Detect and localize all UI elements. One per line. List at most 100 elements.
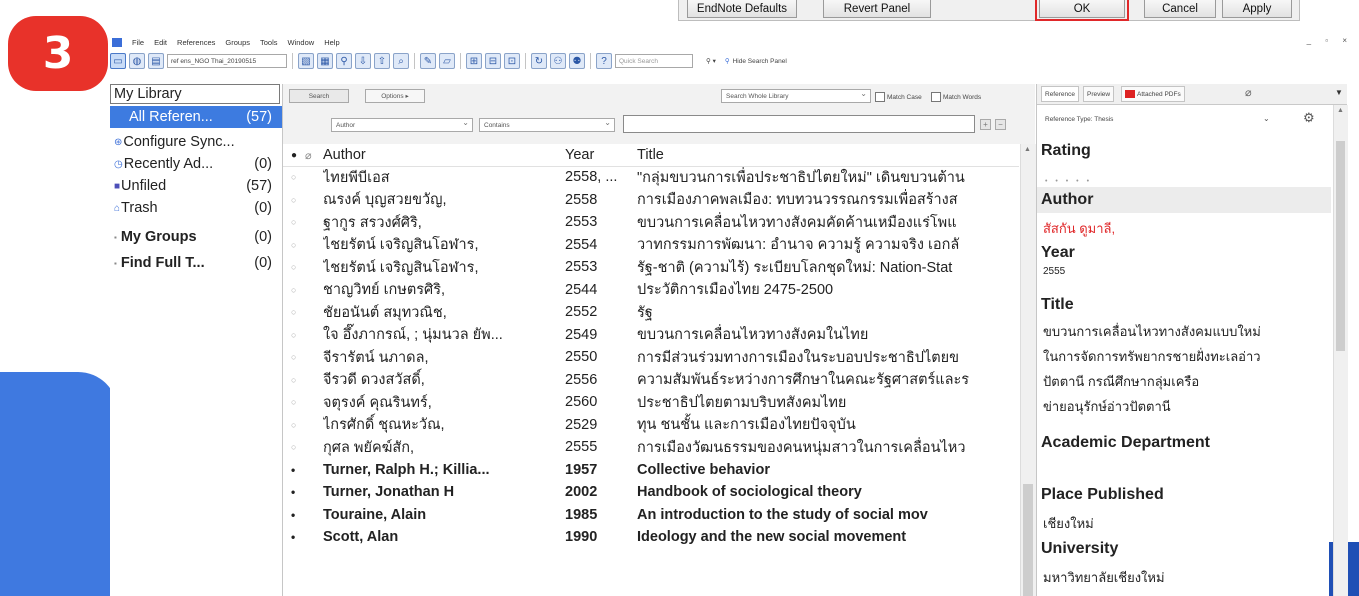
- reference-row[interactable]: • Turner, Ralph H.; Killia... 1957 Collecti…: [283, 459, 1019, 482]
- add-row-button[interactable]: +: [980, 119, 991, 130]
- read-dot-icon[interactable]: ○: [291, 262, 303, 272]
- match-case-checkbox[interactable]: Match Case: [875, 92, 922, 102]
- detail-scrollbar[interactable]: ▲: [1333, 105, 1348, 596]
- column-header-title[interactable]: Title: [637, 147, 1019, 163]
- integrated-library-icon[interactable]: ▤: [148, 53, 164, 69]
- university-value[interactable]: มหาวิทยาลัยเชียงใหม่: [1043, 567, 1165, 588]
- cancel-button[interactable]: Cancel: [1144, 0, 1216, 18]
- scrollbar-thumb[interactable]: [1023, 484, 1033, 596]
- help-icon[interactable]: ?: [596, 53, 612, 69]
- read-dot-icon[interactable]: ○: [291, 217, 303, 227]
- reference-row[interactable]: ○ ชาญวิทย์ เกษตรศิริ, 2544 ประวัติการเมืองไ…: [283, 279, 1019, 302]
- reference-row[interactable]: ○ ณรงค์ บุญสวยขวัญ, 2558 การเมืองภาคพลเมือง…: [283, 189, 1019, 212]
- find-pdf-icon[interactable]: ⌕: [393, 53, 409, 69]
- read-dot-icon[interactable]: ○: [291, 330, 303, 340]
- reference-row[interactable]: ○ จีรวดี ดวงสวัสดิ์, 2556 ความสัมพันธ์ระหว่…: [283, 369, 1019, 392]
- read-dot-icon[interactable]: ○: [291, 307, 303, 317]
- tab-reference[interactable]: Reference: [1041, 86, 1079, 102]
- tab-attached-pdfs[interactable]: Attached PDFs: [1121, 86, 1185, 102]
- download-icon[interactable]: ⇩: [355, 53, 371, 69]
- read-dot-icon[interactable]: ○: [291, 285, 303, 295]
- reference-row[interactable]: ○ ชัยอนันต์ สมุทวณิช, 2552 รัฐ: [283, 301, 1019, 324]
- reference-type-dropdown-icon[interactable]: ⌄: [1263, 114, 1270, 123]
- new-reference-icon[interactable]: ✎: [420, 53, 436, 69]
- quick-search-input[interactable]: Quick Search: [615, 54, 693, 68]
- reference-row[interactable]: ○ ไทยพีบีเอส 2558, ... "กลุ่มขบวนการเพื่อปร…: [283, 166, 1019, 189]
- upload-icon[interactable]: ⇧: [374, 53, 390, 69]
- remove-row-button[interactable]: −: [995, 119, 1006, 130]
- reference-row[interactable]: ○ ฐากูร สรวงศ์ศิริ, 2553 ขบวนการเคลื่อนไหวท…: [283, 211, 1019, 234]
- title-value-line[interactable]: ขบวนการเคลื่อนไหวทางสังคมแบบใหม่: [1043, 321, 1261, 342]
- menu-groups[interactable]: Groups: [225, 38, 250, 47]
- menu-window[interactable]: Window: [288, 38, 315, 47]
- reference-row[interactable]: ○ จีรารัตน์ นภาดล, 2550 การมีส่วนร่วมทางการ…: [283, 346, 1019, 369]
- place-published-value[interactable]: เชียงใหม่: [1043, 513, 1094, 534]
- manage-groups-icon[interactable]: ⚉: [569, 53, 585, 69]
- reference-row[interactable]: ○ กุศล พยัคฆ์สัก, 2555 การเมืองวัฒนธรรมของค…: [283, 436, 1019, 459]
- library-style-select[interactable]: ref ens_NGO Thai_20190515: [167, 54, 287, 68]
- sync-icon[interactable]: ↻: [531, 53, 547, 69]
- online-search-magnifier-icon[interactable]: ⚲: [336, 53, 352, 69]
- panel-menu-icon[interactable]: ▼: [1335, 88, 1343, 97]
- search-button[interactable]: Search: [289, 89, 349, 103]
- menu-references[interactable]: References: [177, 38, 215, 47]
- quick-search-magnifier-icon[interactable]: ⚲ ▾: [706, 57, 716, 65]
- group-my-groups[interactable]: ▪ My Groups (0): [110, 226, 282, 248]
- reference-row[interactable]: • Touraine, Alain 1985 An introduction to t…: [283, 504, 1019, 527]
- read-dot-icon[interactable]: ○: [291, 240, 303, 250]
- search-field-select[interactable]: Author: [331, 118, 473, 132]
- read-dot-icon[interactable]: ○: [291, 195, 303, 205]
- revert-panel-button[interactable]: Revert Panel: [823, 0, 931, 18]
- scrollbar-thumb[interactable]: [1336, 141, 1345, 351]
- format-bibliography-icon[interactable]: ▦: [317, 53, 333, 69]
- group-trash[interactable]: ⌂ Trash (0): [110, 197, 282, 219]
- reference-row[interactable]: ○ ใจ อึ๊งภากรณ์, ; นุ่มนวล ยัพ... 2549 ขบวน…: [283, 324, 1019, 347]
- window-controls[interactable]: _ ▫ ×: [1307, 36, 1353, 45]
- menu-edit[interactable]: Edit: [154, 38, 167, 47]
- read-dot-icon[interactable]: ○: [291, 172, 303, 182]
- read-status-column-icon[interactable]: ●: [291, 150, 297, 161]
- reference-row[interactable]: • Scott, Alan 1990 Ideology and the new soc…: [283, 526, 1019, 549]
- reference-row[interactable]: ○ ไกรศักดิ์ ชุณหะวัณ, 2529 ทุน ชนชั้น และกา…: [283, 414, 1019, 437]
- menu-tools[interactable]: Tools: [260, 38, 278, 47]
- read-dot-icon[interactable]: ○: [291, 442, 303, 452]
- group-configure-sync[interactable]: ⊛ Configure Sync...: [110, 131, 282, 153]
- options-button[interactable]: Options ▸: [365, 89, 425, 103]
- endnote-defaults-button[interactable]: EndNote Defaults: [687, 0, 797, 18]
- unread-dot-icon[interactable]: •: [291, 508, 303, 522]
- menu-help[interactable]: Help: [324, 38, 339, 47]
- match-words-checkbox[interactable]: Match Words: [931, 92, 981, 102]
- reference-row[interactable]: ○ ไชยรัตน์ เจริญสินโอฬาร, 2554 วาทกรรมการพั…: [283, 234, 1019, 257]
- title-value-line[interactable]: ข่ายอนุรักษ์อ่าวปัตตานี: [1043, 396, 1171, 417]
- online-search-icon[interactable]: ◍: [129, 53, 145, 69]
- read-dot-icon[interactable]: ○: [291, 352, 303, 362]
- search-term-input[interactable]: [623, 115, 975, 133]
- tab-preview[interactable]: Preview: [1083, 86, 1115, 102]
- insert-citation-icon[interactable]: ▧: [298, 53, 314, 69]
- read-dot-icon[interactable]: ○: [291, 420, 303, 430]
- apply-button[interactable]: Apply: [1222, 0, 1292, 18]
- search-scope-select[interactable]: Search Whole Library: [721, 89, 871, 103]
- group-all-references[interactable]: All Referen... (57): [110, 106, 282, 128]
- read-dot-icon[interactable]: ○: [291, 375, 303, 385]
- attachment-paperclip-icon[interactable]: ⌀: [1245, 86, 1252, 99]
- scroll-up-icon[interactable]: ▲: [1024, 146, 1031, 153]
- open-pdf-icon[interactable]: ⊡: [504, 53, 520, 69]
- author-value[interactable]: สัสกัน ดูมาลี,: [1043, 218, 1115, 239]
- title-value-line[interactable]: ในการจัดการทรัพยากรชายฝั่งทะเลอ่าว: [1043, 346, 1261, 367]
- share-group-icon[interactable]: ⚇: [550, 53, 566, 69]
- reference-type-value[interactable]: Thesis: [1094, 116, 1113, 123]
- title-value-line[interactable]: ปัตตานี กรณีศึกษากลุ่มเครือ: [1043, 371, 1199, 392]
- unread-dot-icon[interactable]: •: [291, 463, 303, 477]
- library-title[interactable]: My Library: [110, 84, 280, 104]
- attachment-column-icon[interactable]: ⌀: [305, 149, 312, 162]
- open-folder-icon[interactable]: ▱: [439, 53, 455, 69]
- reference-row[interactable]: • Turner, Jonathan H 2002 Handbook of socio…: [283, 481, 1019, 504]
- year-value[interactable]: 2555: [1043, 266, 1065, 277]
- rating-stars[interactable]: • • • • •: [1045, 178, 1092, 185]
- group-recently-added[interactable]: ◷ Recently Ad... (0): [110, 153, 282, 175]
- open-link-icon[interactable]: ⊟: [485, 53, 501, 69]
- hide-search-panel-link[interactable]: Hide Search Panel: [733, 58, 787, 65]
- group-find-full-text[interactable]: ▪ Find Full T... (0): [110, 252, 282, 274]
- reference-row[interactable]: ○ ไชยรัตน์ เจริญสินโอฬาร, 2553 รัฐ-ชาติ (คว…: [283, 256, 1019, 279]
